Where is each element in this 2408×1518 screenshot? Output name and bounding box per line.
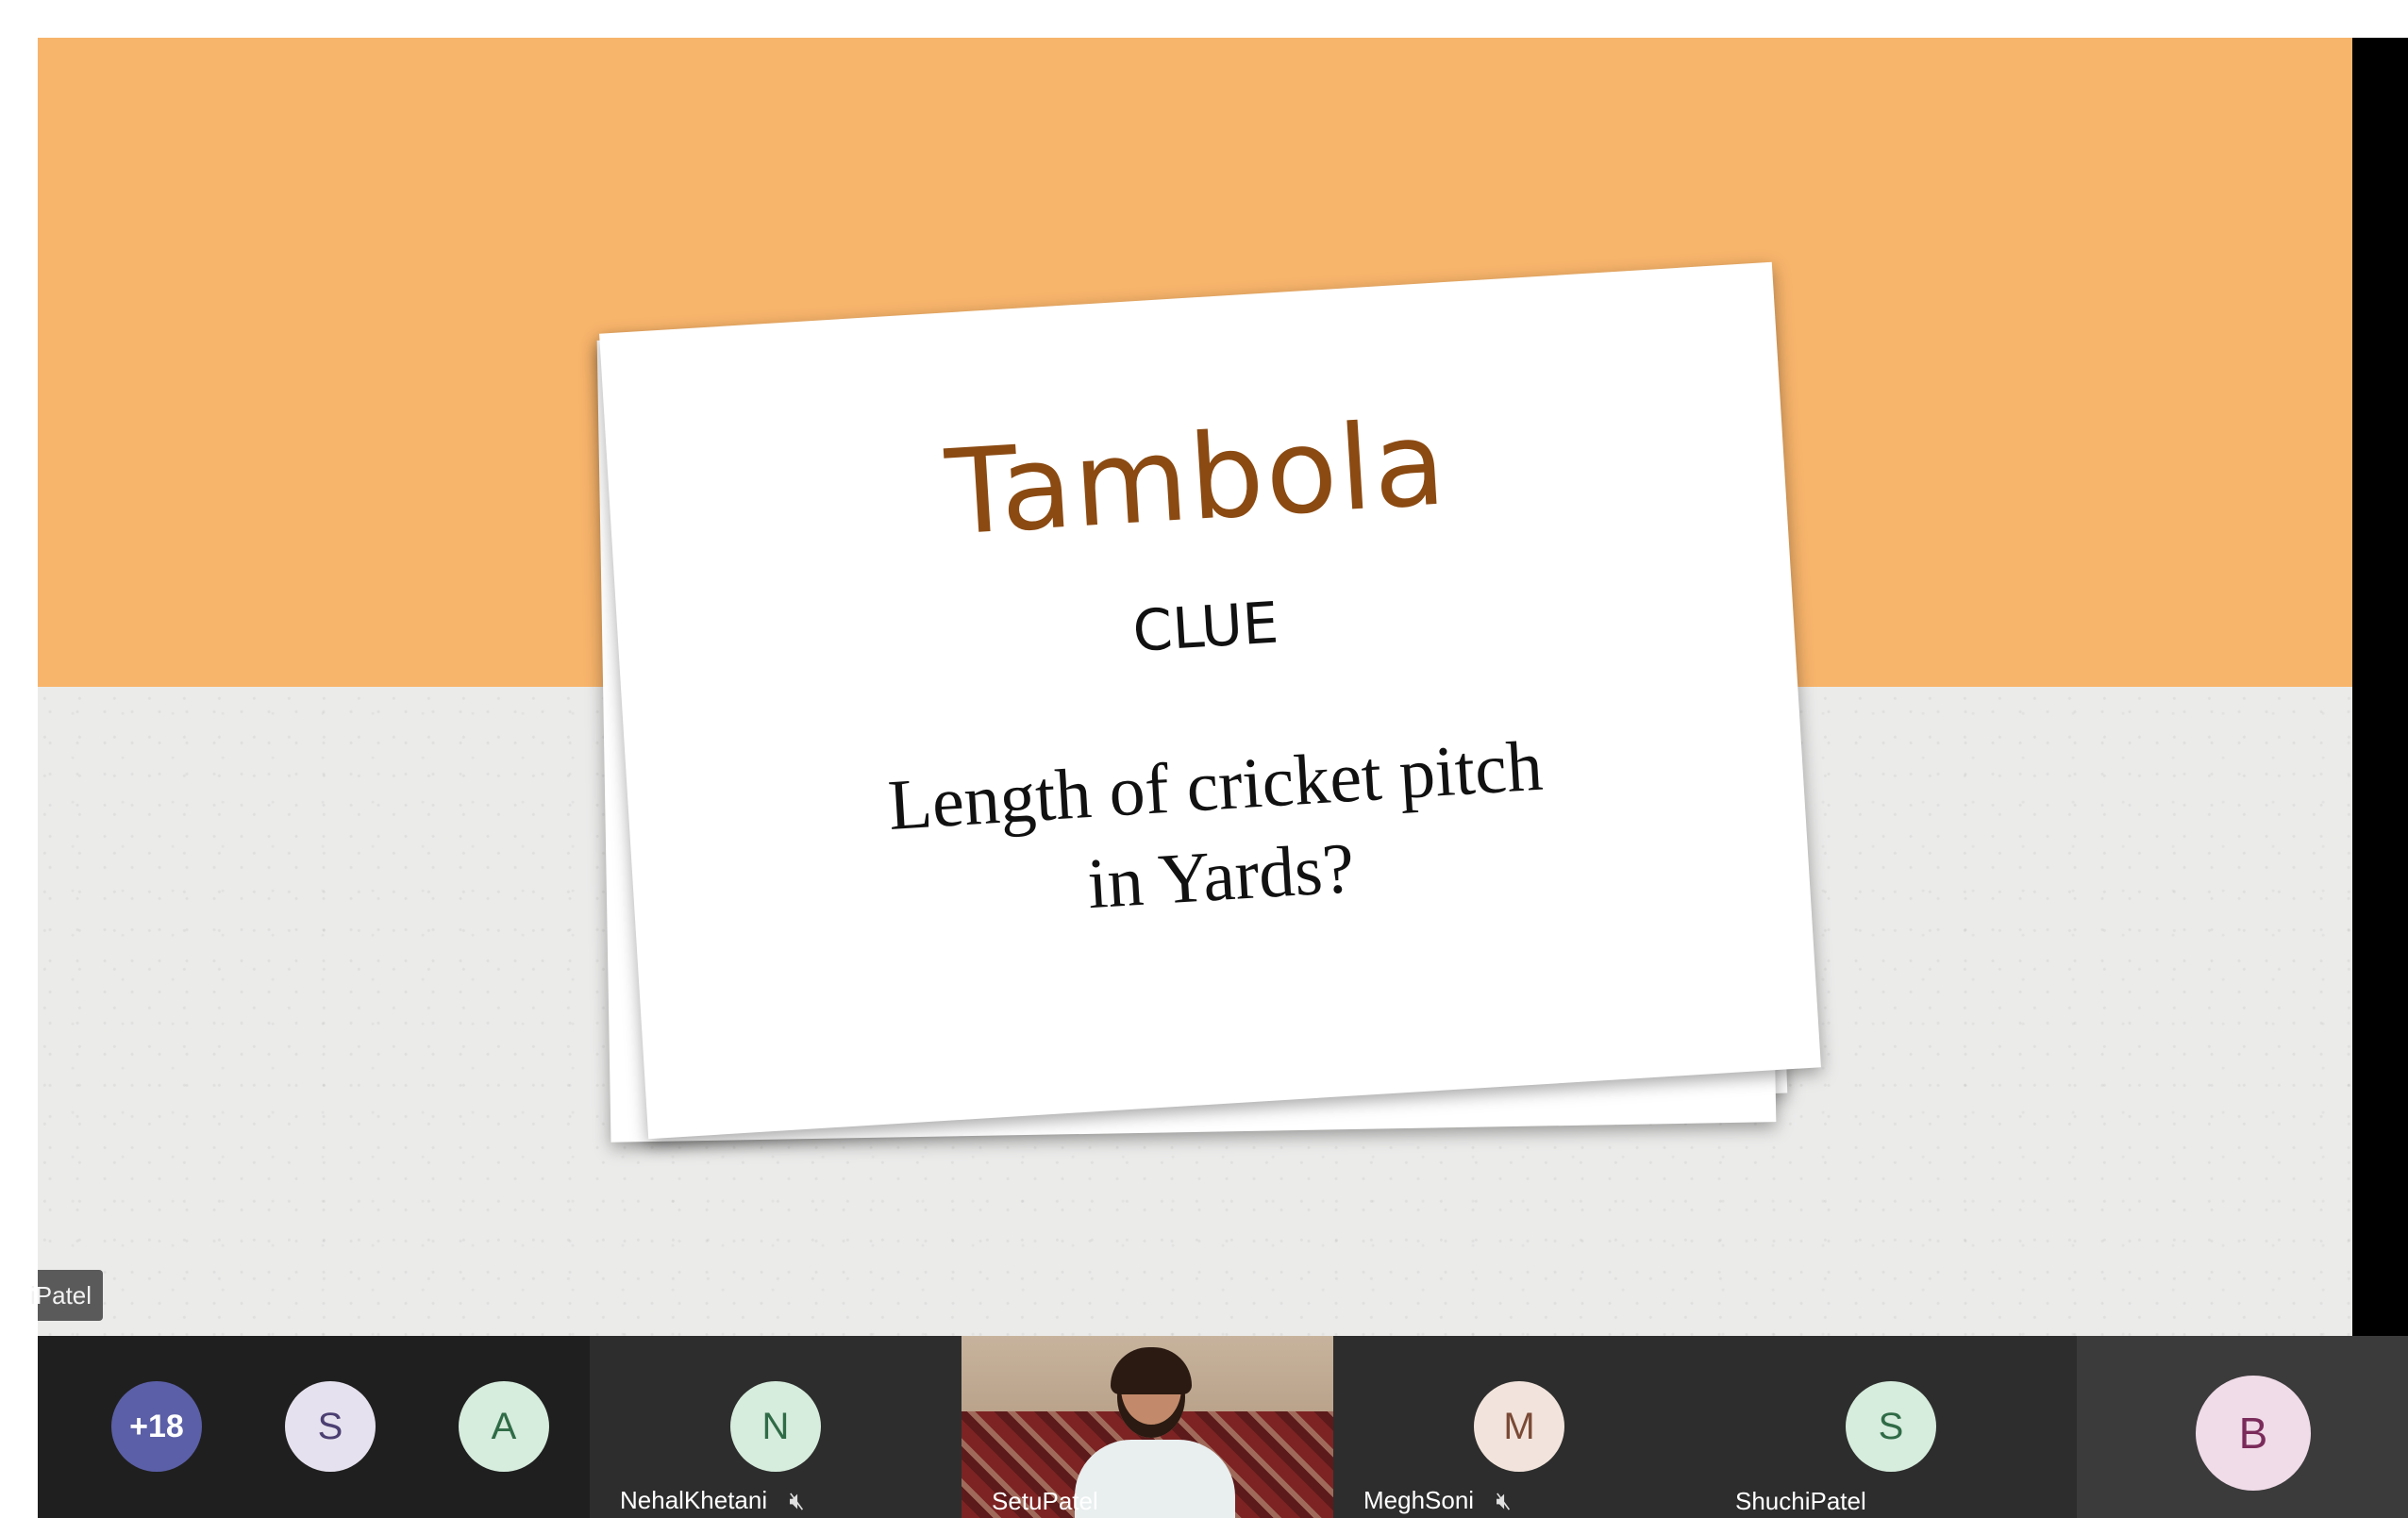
participant-tile-setu-video[interactable]: SetuPatel <box>962 1336 1333 1518</box>
meeting-window: Tambola CLUE Length of cricket pitch in … <box>0 0 2408 1518</box>
participant-tile-b[interactable]: B <box>2077 1336 2408 1518</box>
shared-slide: Tambola CLUE Length of cricket pitch in … <box>38 38 2352 1336</box>
right-black-bar <box>2352 38 2408 1518</box>
participant-name-row: MeghSoni 🔇︎ <box>1363 1486 1512 1516</box>
more-participants-badge[interactable]: +18 <box>111 1381 202 1472</box>
presenter-name-tag: iPatel <box>30 1270 104 1321</box>
participant-avatar: B <box>2196 1376 2311 1491</box>
participant-name: NehalKhetani <box>620 1486 768 1514</box>
participant-name-row: SetuPatel <box>992 1487 1098 1516</box>
participant-name-row: ShuchiPatel <box>1735 1487 1866 1516</box>
clue-question: Length of cricket pitch in Yards? <box>627 705 1810 958</box>
participant-avatar-a[interactable]: A <box>459 1381 549 1472</box>
participant-tile-nehal[interactable]: N NehalKhetani 🔇︎ <box>590 1336 962 1518</box>
mic-off-icon: 🔇︎ <box>1496 1486 1512 1514</box>
participant-avatar-s[interactable]: S <box>285 1381 376 1472</box>
participant-tile-shuchi[interactable]: S ShuchiPatel <box>1705 1336 2077 1518</box>
participant-avatar: S <box>1846 1381 1936 1472</box>
slide-title: Tambola <box>942 395 1451 562</box>
participant-name-row: NehalKhetani 🔇︎ <box>620 1486 805 1516</box>
participant-strip: +18 S A N NehalKhetani 🔇︎ SetuPatel M Me <box>38 1336 2408 1518</box>
participant-name: SetuPatel <box>992 1487 1098 1515</box>
participant-name: MeghSoni <box>1363 1486 1475 1514</box>
participant-avatar: N <box>730 1381 821 1472</box>
video-person-body <box>1075 1440 1235 1518</box>
participant-avatar: M <box>1474 1381 1564 1472</box>
top-margin <box>0 0 2408 38</box>
participant-name: ShuchiPatel <box>1735 1487 1866 1515</box>
participant-tile-megh[interactable]: M MeghSoni 🔇︎ <box>1333 1336 1705 1518</box>
clue-label: CLUE <box>1130 590 1280 665</box>
clue-card: Tambola CLUE Length of cricket pitch in … <box>599 261 1821 1140</box>
mic-off-icon: 🔇︎ <box>789 1486 805 1514</box>
participant-group-tile[interactable]: +18 S A <box>38 1336 590 1518</box>
